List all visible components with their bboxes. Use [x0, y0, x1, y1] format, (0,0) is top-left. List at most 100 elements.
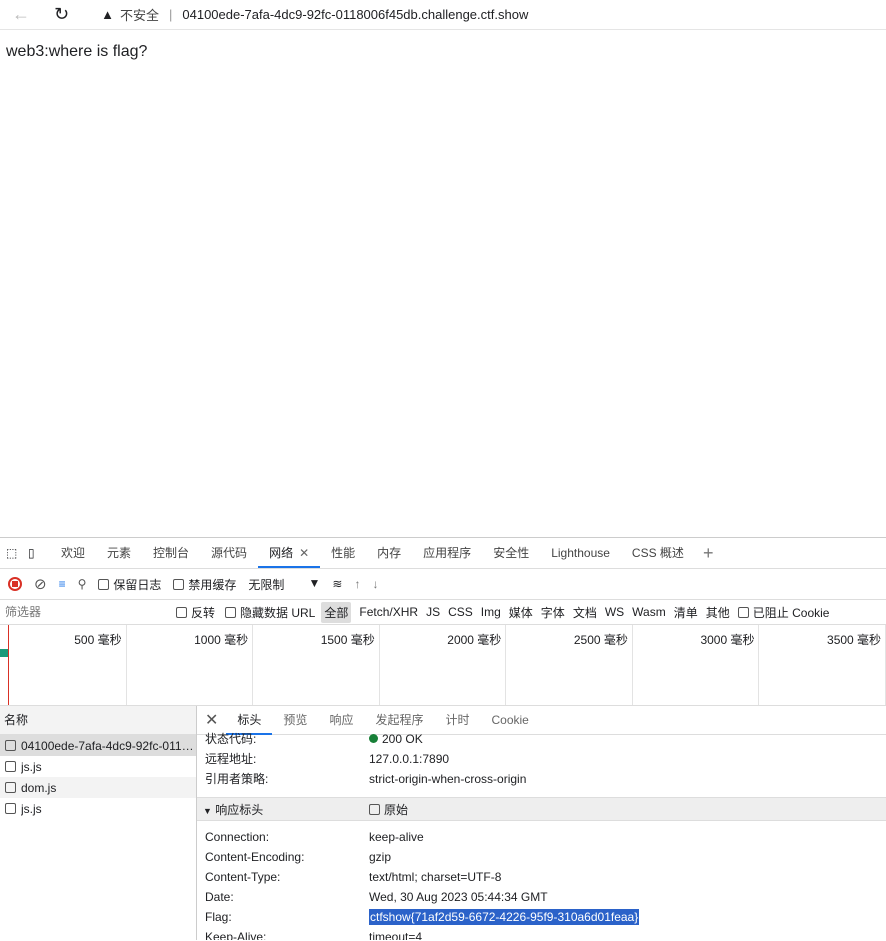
- filter-type-11[interactable]: 其他: [706, 604, 730, 621]
- timeline-tick: 1500 毫秒: [253, 625, 380, 705]
- tick-label: 1000 毫秒: [194, 633, 249, 647]
- document-icon: [5, 740, 16, 751]
- timeline-tick: 3500 毫秒: [759, 625, 886, 705]
- export-icon[interactable]: ↓: [372, 577, 378, 591]
- browser-toolbar: ← ↻ ▲ 不安全 | 04100ede-7afa-4dc9-92fc-0118…: [0, 0, 886, 30]
- security-label: 不安全: [119, 8, 159, 23]
- url-text[interactable]: 04100ede-7afa-4dc9-92fc-0118006f45db.cha…: [182, 7, 528, 22]
- header-row: 状态代码: 200 OK: [197, 729, 886, 749]
- filter-input[interactable]: [0, 601, 166, 623]
- filter-type-3[interactable]: CSS: [448, 605, 473, 619]
- header-value[interactable]: timeout=4: [369, 927, 886, 940]
- filter-type-0[interactable]: 全部: [321, 601, 352, 623]
- header-value[interactable]: gzip: [369, 847, 886, 867]
- preserve-log-checkbox[interactable]: 保留日志: [98, 576, 161, 593]
- value-text: text/html; charset=UTF-8: [369, 870, 502, 884]
- network-conditions-icon[interactable]: ≋: [332, 577, 342, 591]
- record-icon[interactable]: [8, 577, 22, 591]
- close-tab-icon[interactable]: ✕: [299, 546, 309, 560]
- header-value[interactable]: ctfshow{71af2d59-6672-4226-95f9-310a6d01…: [369, 907, 886, 927]
- filter-type-10[interactable]: 清单: [674, 604, 698, 621]
- filter-type-1[interactable]: Fetch/XHR: [359, 605, 418, 619]
- page-text: web3:where is flag?: [6, 43, 148, 60]
- header-value[interactable]: text/html; charset=UTF-8: [369, 867, 886, 887]
- name-column-header: 名称: [0, 706, 196, 735]
- throttle-select[interactable]: 无限制 ▼: [248, 576, 320, 593]
- header-value[interactable]: 127.0.0.1:7890: [369, 749, 886, 769]
- devtools-tab[interactable]: 控制台: [142, 538, 200, 568]
- filter-type-2[interactable]: JS: [426, 605, 440, 619]
- devtools-tab[interactable]: 安全性: [482, 538, 540, 568]
- header-value[interactable]: Wed, 30 Aug 2023 05:44:34 GMT: [369, 887, 886, 907]
- network-toolbar: ⊘ ≡ ⚲ 保留日志 禁用缓存 无限制 ▼ ≋ ↑ ↓: [0, 569, 886, 600]
- search-icon[interactable]: ⚲: [78, 577, 87, 591]
- address-bar[interactable]: ▲ 不安全 | 04100ede-7afa-4dc9-92fc-0118006f…: [87, 1, 543, 28]
- disable-cache-checkbox[interactable]: 禁用缓存: [173, 576, 236, 593]
- header-name: Keep-Alive:: [205, 930, 267, 940]
- request-list: 名称 04100ede-7afa-4dc9-92fc-011… js.js dom.…: [0, 706, 197, 940]
- script-icon: [5, 761, 16, 772]
- timeline-overview[interactable]: 500 毫秒 1000 毫秒 1500 毫秒 2000 毫秒 2500 毫秒 3000 毫…: [0, 625, 886, 706]
- inspect-icon[interactable]: ⬚: [6, 546, 28, 560]
- devtools-tab[interactable]: Lighthouse: [540, 538, 621, 568]
- filter-type-6[interactable]: 字体: [541, 604, 565, 621]
- timeline-tick: 500 毫秒: [0, 625, 127, 705]
- hide-data-urls-checkbox[interactable]: 隐藏数据 URL: [225, 604, 315, 621]
- filter-type-9[interactable]: Wasm: [632, 605, 666, 619]
- header-name: Date:: [205, 890, 234, 904]
- value-text: Wed, 30 Aug 2023 05:44:34 GMT: [369, 890, 548, 904]
- request-row[interactable]: 04100ede-7afa-4dc9-92fc-011…: [0, 735, 196, 756]
- request-name: 04100ede-7afa-4dc9-92fc-011…: [21, 738, 194, 753]
- devtools: ⬚ ▯ 欢迎 元素 控制台 源代码 网络 ✕ 性能 内存 应用程序 安全性 Lighthouse CS…: [0, 537, 886, 941]
- tick-label: 1500 毫秒: [320, 633, 375, 647]
- filter-type-7[interactable]: 文档: [573, 604, 597, 621]
- request-row[interactable]: dom.js: [0, 777, 196, 798]
- tick-label: 2000 毫秒: [447, 633, 502, 647]
- header-value[interactable]: keep-alive: [369, 827, 886, 847]
- value-text: timeout=4: [369, 930, 423, 940]
- timeline-tick: 2000 毫秒: [380, 625, 507, 705]
- reload-icon[interactable]: ↻: [54, 4, 69, 25]
- response-headers-section[interactable]: ▼ 响应标头 原始: [197, 797, 886, 821]
- raw-checkbox[interactable]: 原始: [369, 801, 408, 818]
- filter-type-5[interactable]: 媒体: [509, 604, 533, 621]
- script-icon: [5, 803, 16, 814]
- blocked-cookies-checkbox[interactable]: 已阻止 Cookie: [737, 604, 829, 621]
- header-name: Flag:: [205, 910, 232, 924]
- filter-type-8[interactable]: WS: [605, 605, 624, 619]
- warning-icon: ▲: [101, 7, 114, 22]
- filter-type-4[interactable]: Img: [481, 605, 501, 619]
- header-row: 引用者策略: strict-origin-when-cross-origin: [197, 769, 886, 789]
- request-row[interactable]: js.js: [0, 756, 196, 777]
- header-value[interactable]: strict-origin-when-cross-origin: [369, 769, 886, 789]
- close-icon[interactable]: ✕: [205, 710, 218, 730]
- devtools-tab[interactable]: 应用程序: [412, 538, 482, 568]
- timeline-tick: 3000 毫秒: [633, 625, 760, 705]
- devtools-tab[interactable]: CSS 概述: [621, 538, 695, 568]
- collapse-triangle-icon: ▼: [203, 805, 212, 816]
- devtools-tab[interactable]: 源代码: [200, 538, 258, 568]
- add-tab-icon[interactable]: +: [703, 543, 714, 564]
- invert-checkbox[interactable]: 反转: [176, 604, 215, 621]
- clear-icon[interactable]: ⊘: [34, 575, 47, 593]
- header-name: Content-Encoding:: [205, 850, 305, 864]
- devtools-tab[interactable]: 网络 ✕: [258, 538, 321, 568]
- devtools-tab[interactable]: 性能: [320, 538, 366, 568]
- import-icon[interactable]: ↑: [354, 577, 360, 591]
- header-row: Content-Type: text/html; charset=UTF-8: [197, 867, 886, 887]
- header-value[interactable]: 200 OK: [369, 729, 886, 749]
- filter-icon[interactable]: ≡: [59, 577, 66, 591]
- divider: |: [168, 7, 173, 22]
- devtools-tab[interactable]: 欢迎: [50, 538, 96, 568]
- header-row: Content-Encoding: gzip: [197, 847, 886, 867]
- device-icon[interactable]: ▯: [28, 546, 50, 560]
- status-dot-icon: [369, 734, 378, 743]
- request-row[interactable]: js.js: [0, 798, 196, 819]
- script-icon: [5, 782, 16, 793]
- devtools-tab[interactable]: 元素: [96, 538, 142, 568]
- devtools-tab[interactable]: 内存: [366, 538, 412, 568]
- request-detail: ✕ 标头 预览 响应 发起程序 计时 Cookie 状态代码: 200 OK 远程地址: 127.…: [197, 706, 886, 940]
- back-icon[interactable]: ←: [12, 4, 30, 25]
- value-text: 200 OK: [382, 732, 423, 746]
- header-name: 状态代码:: [205, 732, 257, 746]
